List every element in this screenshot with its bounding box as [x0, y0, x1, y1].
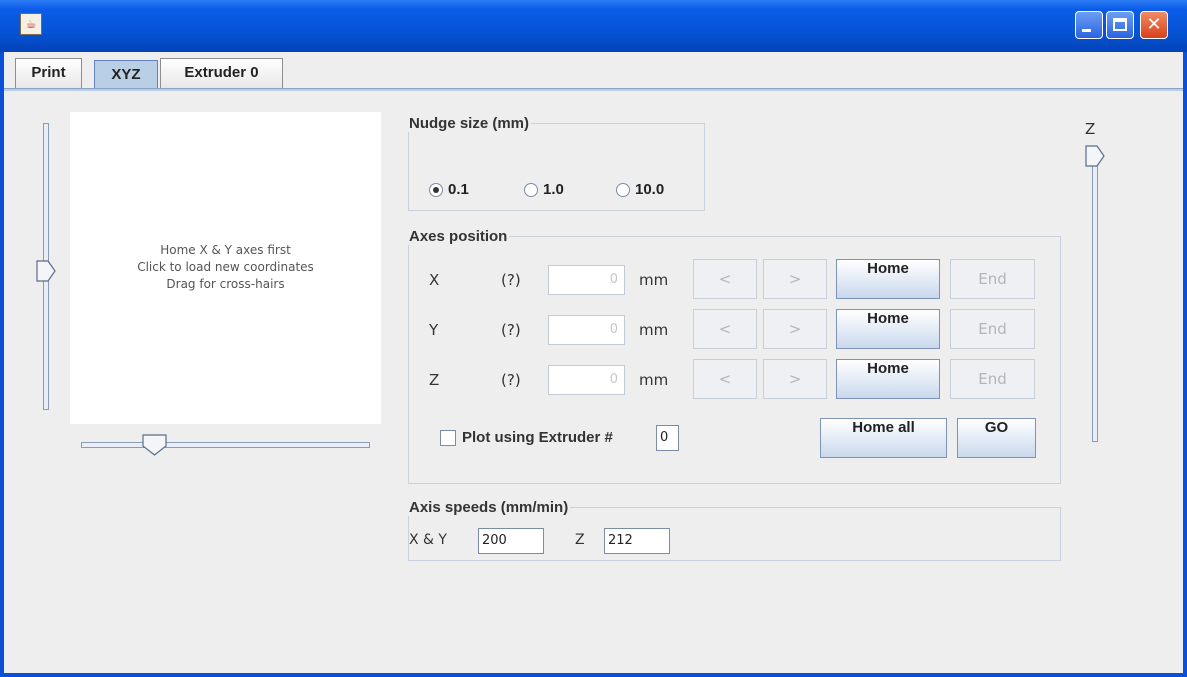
x-position-field[interactable]: 0	[548, 265, 625, 295]
x-slider-track[interactable]	[81, 442, 370, 448]
z-slider-track[interactable]	[1092, 152, 1098, 442]
tab-bar: Print XYZ Extruder 0	[4, 52, 1183, 91]
nudge-radio-0-1[interactable]: 0.1	[429, 181, 469, 198]
close-button[interactable]: ✕	[1140, 11, 1168, 39]
axis-unit-z: mm	[639, 371, 669, 389]
x-home-button[interactable]: Home	[836, 259, 940, 299]
axis-label-y: Y	[429, 321, 439, 339]
window-content: Print XYZ Extruder 0 Home X & Y axes fir…	[4, 52, 1183, 673]
plot-extruder-checkbox[interactable]	[440, 430, 456, 446]
nudge-radio-label: 1.0	[543, 181, 564, 198]
xy-plot-area[interactable]: Home X & Y axes first Click to load new …	[70, 112, 381, 424]
x-decrement-button[interactable]: <	[693, 259, 757, 299]
axis-status-y: (?)	[501, 321, 521, 339]
x-end-button[interactable]: End	[950, 259, 1035, 299]
minimize-icon	[1082, 29, 1091, 32]
minimize-button[interactable]	[1075, 11, 1103, 39]
axis-status-z: (?)	[501, 371, 521, 389]
go-button[interactable]: GO	[957, 418, 1036, 458]
nudge-radio-10-0[interactable]: 10.0	[616, 181, 664, 198]
nudge-radio-label: 10.0	[635, 181, 665, 198]
radio-unselected-icon	[616, 182, 630, 197]
y-end-button[interactable]: End	[950, 309, 1035, 349]
z-end-button[interactable]: End	[950, 359, 1035, 399]
y-home-button[interactable]: Home	[836, 309, 940, 349]
plot-message-home: Home X & Y axes first	[160, 243, 291, 257]
z-speed-label: Z	[575, 532, 585, 548]
maximize-icon	[1113, 18, 1127, 31]
plot-message-click: Click to load new coordinates	[137, 260, 314, 274]
axis-status-x: (?)	[501, 271, 521, 289]
close-icon: ✕	[1146, 14, 1162, 35]
y-position-field[interactable]: 0	[548, 315, 625, 345]
tab-print[interactable]: Print	[15, 58, 82, 88]
nudge-radio-label: 0.1	[448, 181, 469, 198]
java-app-icon: ☕	[20, 13, 42, 35]
xy-speed-label: X & Y	[409, 532, 447, 548]
plot-extruder-number-field[interactable]: 0	[656, 425, 679, 451]
y-decrement-button[interactable]: <	[693, 309, 757, 349]
z-slider-thumb[interactable]	[1084, 144, 1106, 168]
axis-label-x: X	[429, 271, 440, 289]
xy-speed-field[interactable]: 200	[478, 528, 544, 554]
title-bar[interactable]: ☕ ✕	[0, 0, 1187, 52]
z-home-button[interactable]: Home	[836, 359, 940, 399]
app-window: ☕ ✕ Print XYZ Extruder 0 Home X & Y axes…	[0, 0, 1187, 677]
plot-message-drag: Drag for cross-hairs	[166, 277, 285, 291]
radio-selected-icon	[429, 182, 443, 197]
x-increment-button[interactable]: >	[763, 259, 827, 299]
z-slider-label: Z	[1085, 120, 1096, 138]
axes-position-title: Axes position	[409, 228, 508, 245]
xyz-panel: Home X & Y axes first Click to load new …	[4, 92, 1183, 673]
z-decrement-button[interactable]: <	[693, 359, 757, 399]
tab-divider	[4, 88, 1183, 91]
window-frame-bottom	[0, 673, 1187, 677]
axis-speeds-title: Axis speeds (mm/min)	[409, 499, 569, 516]
nudge-size-title: Nudge size (mm)	[409, 115, 530, 132]
home-all-button[interactable]: Home all	[820, 418, 947, 458]
axis-label-z: Z	[429, 371, 440, 389]
maximize-button[interactable]	[1106, 11, 1134, 39]
nudge-radio-1-0[interactable]: 1.0	[524, 181, 564, 198]
z-position-field[interactable]: 0	[548, 365, 625, 395]
axis-unit-y: mm	[639, 321, 669, 339]
axis-unit-x: mm	[639, 271, 669, 289]
z-increment-button[interactable]: >	[763, 359, 827, 399]
z-speed-field[interactable]: 212	[604, 528, 670, 554]
y-slider-thumb[interactable]	[35, 259, 57, 283]
tab-extruder-0[interactable]: Extruder 0	[160, 58, 283, 88]
y-increment-button[interactable]: >	[763, 309, 827, 349]
radio-unselected-icon	[524, 182, 538, 197]
plot-extruder-label: Plot using Extruder #	[462, 429, 613, 446]
x-slider-thumb[interactable]	[141, 433, 169, 459]
plot-instructions: Home X & Y axes first Click to load new …	[70, 242, 381, 293]
tab-xyz[interactable]: XYZ	[94, 60, 158, 88]
